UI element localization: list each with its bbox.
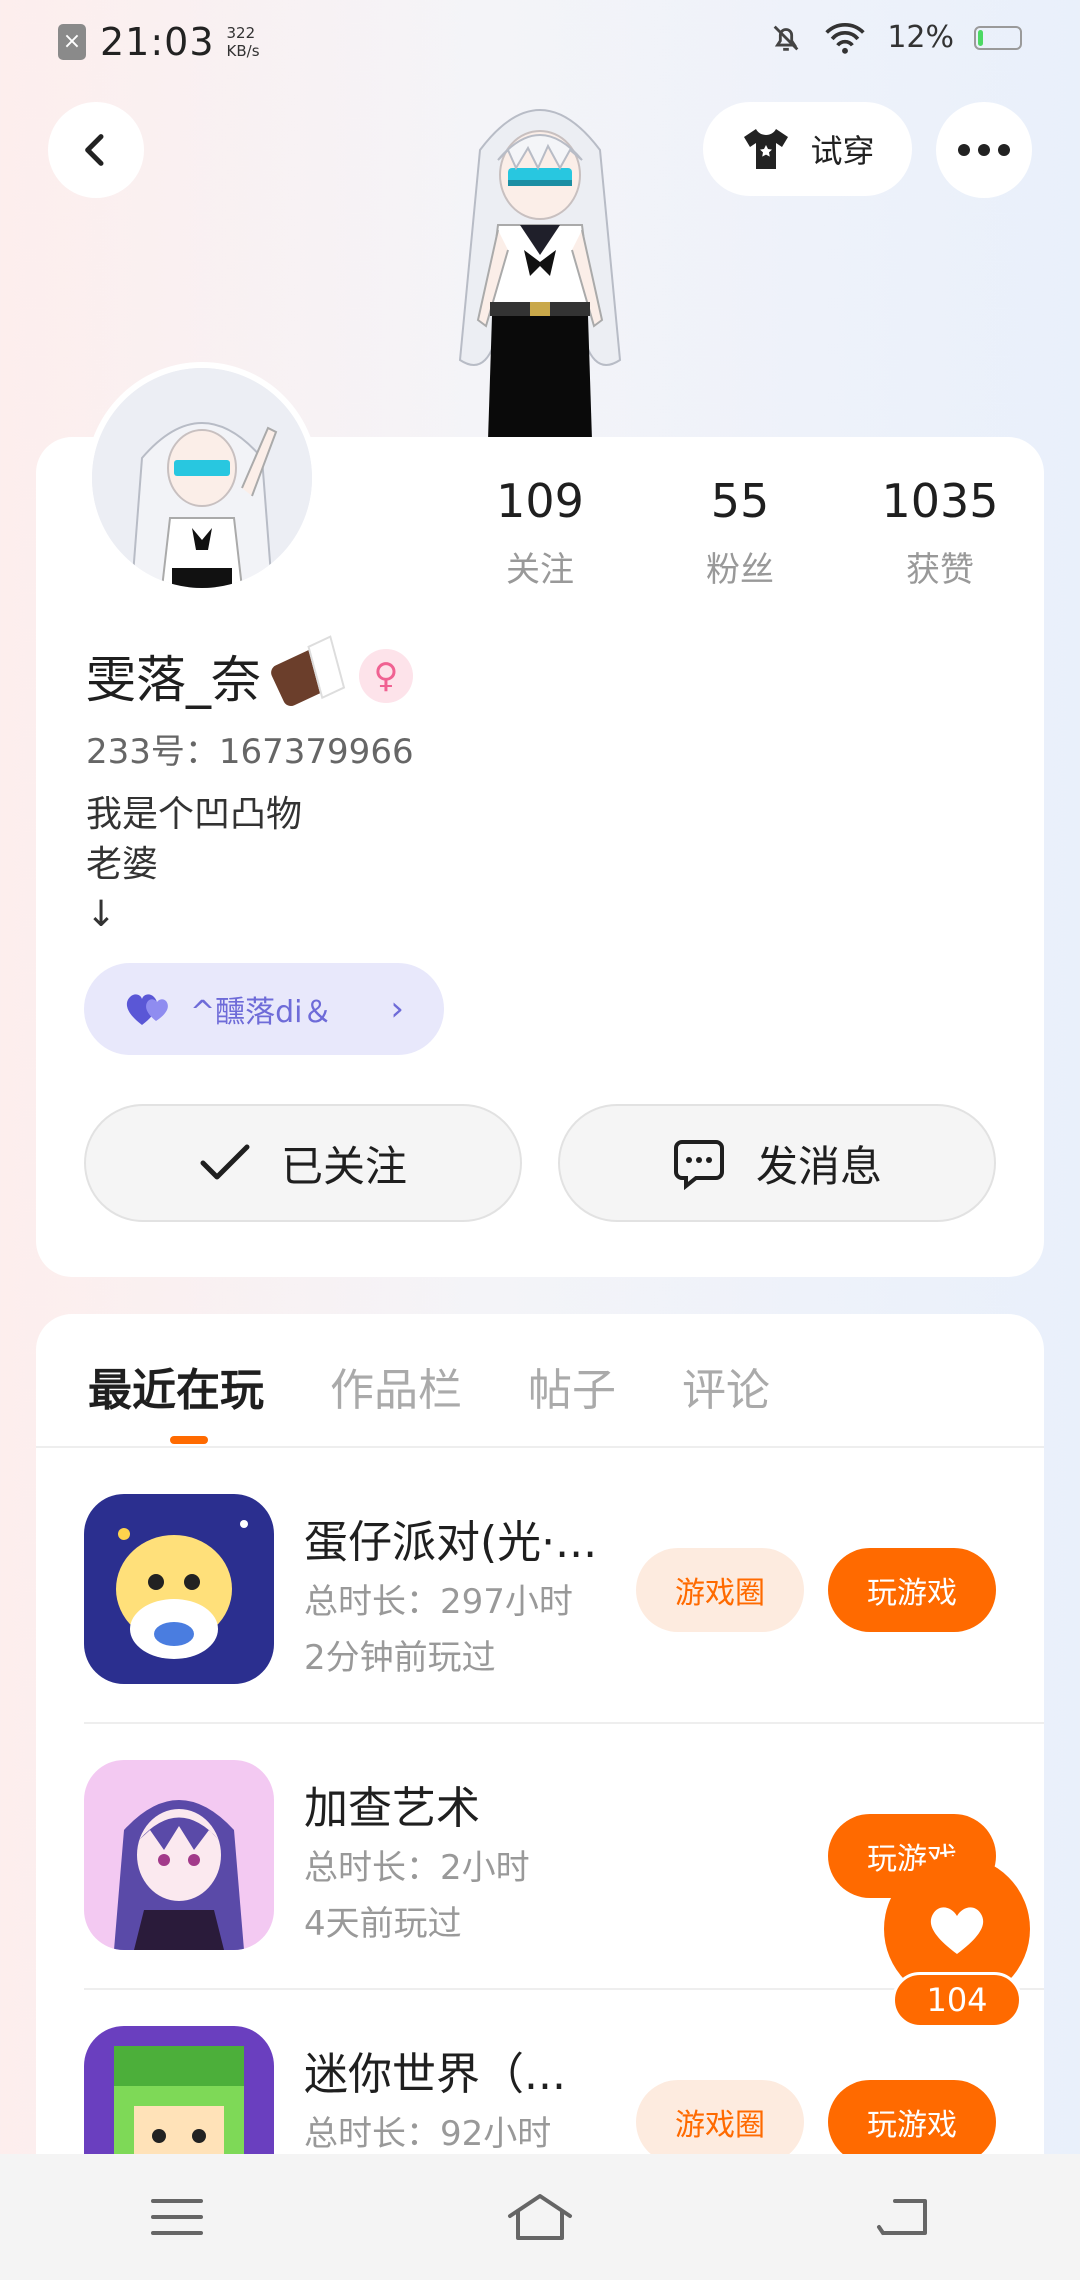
game-duration: 总时长：2小时	[304, 1848, 530, 1888]
tabs-divider	[36, 1446, 1044, 1448]
active-tab-indicator	[170, 1436, 208, 1444]
stat-followers-value: 55	[710, 474, 770, 528]
back-nav-icon[interactable]	[875, 2195, 931, 2239]
female-gender-icon: ♀	[359, 649, 413, 703]
row-divider	[84, 1722, 1044, 1724]
send-message-button[interactable]: 发消息	[558, 1104, 996, 1222]
network-speed-value: 322	[226, 24, 256, 42]
game-title: 迷你世界（...	[304, 2049, 566, 2100]
followed-button[interactable]: 已关注	[84, 1104, 522, 1222]
eggy-party-game-icon	[84, 1494, 274, 1684]
play-game-button[interactable]: 玩游戏	[828, 2080, 996, 2164]
more-button[interactable]	[936, 102, 1032, 198]
tab-recent-playing[interactable]: 最近在玩	[88, 1354, 264, 1418]
status-left: × 21:03 322 KB/s	[58, 20, 260, 64]
stat-following-value: 109	[496, 474, 584, 528]
cp-relationship-pill[interactable]: ^醺落di＆ ›	[84, 963, 444, 1055]
stat-likes-value: 1035	[881, 474, 999, 528]
try-on-label: 试穿	[810, 132, 875, 170]
send-message-label: 发消息	[755, 1141, 882, 1191]
recent-games-card: 最近在玩 作品栏 帖子 评论 蛋仔派对(光·... 总时长：297小时 2分钟前…	[36, 1314, 1044, 2280]
mute-bell-icon	[773, 25, 799, 51]
game-circle-button[interactable]: 游戏圈	[636, 2080, 804, 2164]
tab-works[interactable]: 作品栏	[330, 1354, 462, 1418]
followed-label: 已关注	[280, 1141, 407, 1191]
avatar[interactable]	[86, 362, 318, 594]
like-count: 104	[892, 1972, 1022, 2028]
system-nav-bar	[0, 2154, 1080, 2280]
game-duration: 总时长：297小时	[304, 1582, 573, 1622]
user-id: 233号：167379966	[86, 732, 414, 772]
chevron-right-icon: ›	[390, 989, 404, 1029]
profile-tabs: 最近在玩 作品栏 帖子 评论	[88, 1354, 770, 1418]
stat-likes-label: 获赞	[906, 550, 974, 590]
status-bar: × 21:03 322 KB/s 12%	[0, 0, 1080, 80]
stat-following[interactable]: 109 关注	[440, 474, 640, 591]
game-duration: 总时长：92小时	[304, 2114, 552, 2154]
username-row: 雯落_奈 ♀	[86, 640, 413, 712]
stat-followers-label: 粉丝	[706, 550, 774, 590]
battery-fill	[978, 29, 983, 46]
clock: 21:03	[100, 20, 215, 64]
tab-posts[interactable]: 帖子	[528, 1354, 616, 1418]
home-icon[interactable]	[504, 2192, 576, 2242]
tab-comments[interactable]: 评论	[682, 1354, 770, 1418]
status-right: 12%	[769, 20, 1022, 55]
gacha-art-game-icon	[84, 1760, 274, 1950]
double-heart-icon	[126, 994, 168, 1025]
cp-name: ^醺落di＆	[190, 995, 333, 1030]
close-notification-icon: ×	[58, 24, 86, 60]
game-circle-button[interactable]: 游戏圈	[636, 1548, 804, 1632]
avatar-image	[92, 368, 312, 588]
menu-icon[interactable]	[149, 2195, 205, 2239]
chevron-left-icon	[85, 134, 104, 166]
game-row-eggy-party[interactable]: 蛋仔派对(光·... 总时长：297小时 2分钟前玩过 游戏圈 玩游戏	[84, 1494, 1044, 1760]
bio: 我是个凹凸物 老婆 ↓	[86, 794, 303, 935]
dressup-character-figure[interactable]	[420, 80, 660, 440]
network-speed: 322 KB/s	[227, 24, 260, 60]
heart-icon	[930, 1907, 984, 1954]
game-title: 加查艺术	[304, 1783, 480, 1834]
stat-following-label: 关注	[506, 550, 574, 590]
game-last-played: 4天前玩过	[304, 1904, 462, 1944]
wifi-icon	[825, 22, 865, 54]
profile-stats: 109 关注 55 粉丝 1035 获赞	[440, 474, 1040, 591]
chat-bubble-icon	[673, 1140, 724, 1190]
battery-percent: 12%	[887, 20, 954, 55]
checkmark-icon	[200, 1144, 250, 1180]
more-dots-icon	[958, 144, 1010, 156]
tshirt-icon	[744, 129, 789, 169]
game-title: 蛋仔派对(光·...	[304, 1517, 598, 1568]
back-button[interactable]	[48, 102, 144, 198]
play-game-button[interactable]: 玩游戏	[828, 1548, 996, 1632]
battery-icon	[974, 25, 1022, 50]
stat-likes[interactable]: 1035 获赞	[840, 474, 1040, 591]
network-speed-unit: KB/s	[226, 42, 260, 60]
chocolate-emoji-icon	[268, 643, 342, 709]
username: 雯落_奈	[86, 651, 261, 709]
stat-followers[interactable]: 55 粉丝	[640, 474, 840, 591]
try-on-button[interactable]: 试穿	[703, 102, 912, 196]
game-last-played: 2分钟前玩过	[304, 1638, 496, 1678]
